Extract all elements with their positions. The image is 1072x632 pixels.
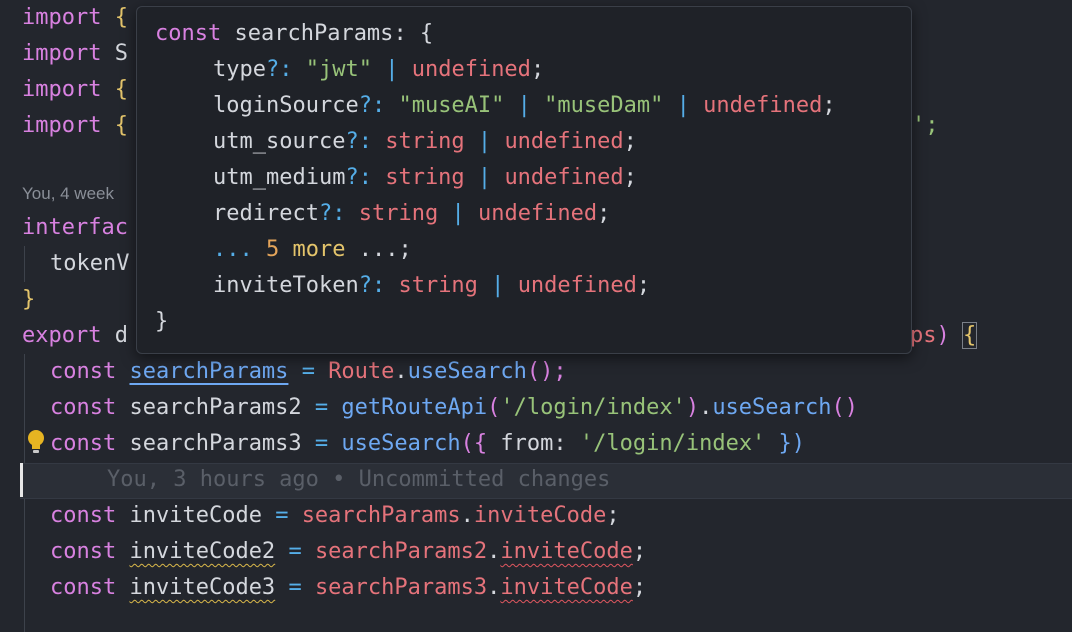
code-line-search-params: const searchParams = Route.useSearch(); bbox=[50, 359, 567, 384]
code-line-search-params-2: const searchParams2 = getRouteApi('/logi… bbox=[50, 395, 859, 420]
code-line-interface: interfac bbox=[22, 215, 128, 240]
tooltip-field-type: type?: "jwt" | undefined; bbox=[213, 57, 545, 82]
tooltip-field-utm-source: utm_source?: string | undefined; bbox=[213, 129, 637, 154]
text-cursor bbox=[20, 463, 23, 497]
code-line-import-1: import { bbox=[22, 5, 128, 30]
code-line-export: export d bbox=[22, 323, 128, 348]
tooltip-field-login-source: loginSource?: "museAI" | "museDam" | und… bbox=[213, 93, 836, 118]
code-line-export-tail: ps) { bbox=[910, 322, 978, 349]
code-editor[interactable]: import { import S import { import { '; Y… bbox=[0, 0, 1072, 632]
code-line-import-2: import S bbox=[22, 41, 128, 66]
tooltip-field-utm-medium: utm_medium?: string | undefined; bbox=[213, 165, 637, 190]
warning-squiggle: inviteCode2 bbox=[129, 539, 276, 564]
lightbulb-icon[interactable] bbox=[26, 428, 46, 456]
code-line-invite-code-2: const inviteCode2 = searchParams2.invite… bbox=[50, 539, 647, 564]
code-line-close-brace: } bbox=[22, 287, 36, 312]
code-line-import-4: import { bbox=[22, 113, 128, 138]
code-line-interface-member: tokenV bbox=[50, 251, 130, 276]
code-line-invite-code: const inviteCode = searchParams.inviteCo… bbox=[50, 503, 620, 528]
warning-squiggle: inviteCode3 bbox=[129, 575, 276, 600]
blame-annotation[interactable]: You, 4 week bbox=[22, 176, 114, 212]
tooltip-field-invite-token: inviteToken?: string | undefined; bbox=[213, 273, 651, 298]
hover-type-tooltip[interactable]: const searchParams: { type?: "jwt" | und… bbox=[136, 6, 912, 354]
code-line-invite-code-3: const inviteCode3 = searchParams3.invite… bbox=[50, 575, 647, 600]
error-squiggle: inviteCode bbox=[500, 539, 633, 564]
tooltip-field-redirect: redirect?: string | undefined; bbox=[213, 201, 611, 226]
tooltip-footer: } bbox=[155, 309, 169, 334]
matching-brace: { bbox=[961, 322, 978, 349]
code-line-import-4-tail: '; bbox=[912, 113, 939, 138]
tooltip-more-fields: ... 5 more ...; bbox=[213, 237, 412, 262]
hovered-identifier[interactable]: searchParams bbox=[129, 359, 288, 384]
inline-blame: You, 3 hours ago • Uncommitted changes bbox=[107, 467, 611, 492]
code-line-import-3: import { bbox=[22, 77, 128, 102]
indent-guide bbox=[24, 246, 25, 282]
error-squiggle: inviteCode bbox=[500, 575, 633, 600]
code-line-search-params-3: const searchParams3 = useSearch({ from: … bbox=[50, 431, 806, 456]
tooltip-header: const searchParams: { bbox=[155, 21, 434, 46]
